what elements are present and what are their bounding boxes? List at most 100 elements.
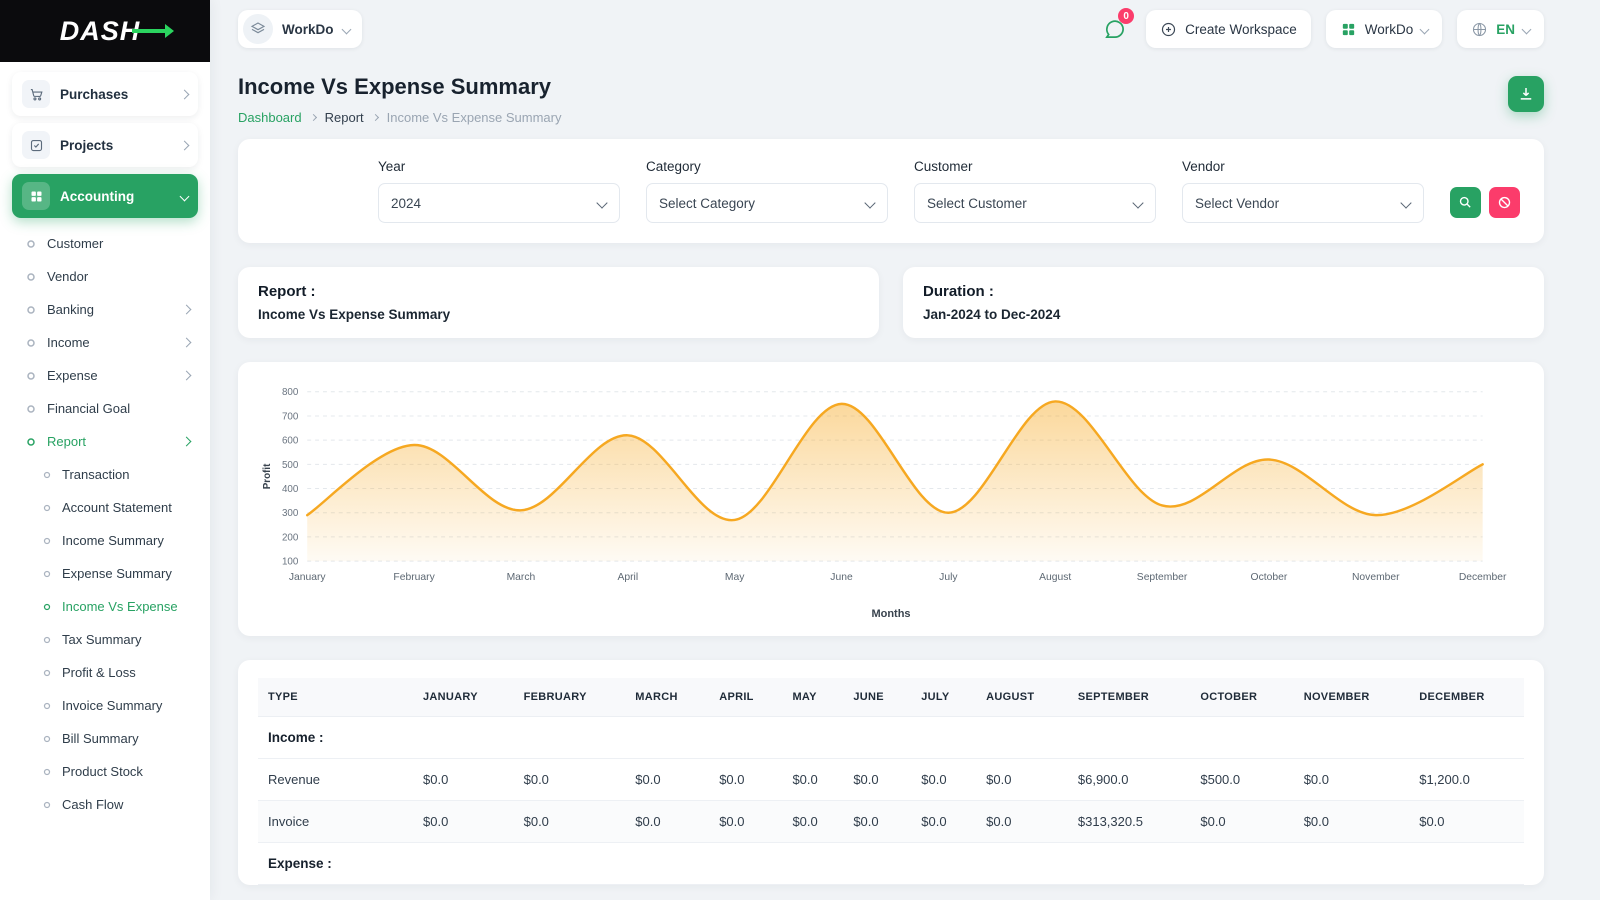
table-column-header: OCTOBER [1190,678,1293,717]
breadcrumb-report[interactable]: Report [325,110,364,125]
sidebar-item-label: Product Stock [62,764,190,779]
sidebar-item-cash-flow[interactable]: Cash Flow [12,788,198,821]
bullet-circle-icon [25,238,37,250]
bullet-circle-icon [42,668,52,678]
table-cell: $0.0 [843,801,911,843]
customer-select-value: Select Customer [927,196,1027,211]
svg-text:400: 400 [282,484,299,495]
bullet-circle-icon [42,635,52,645]
chevron-right-icon [182,338,192,348]
download-button[interactable] [1508,76,1544,112]
report-summary-card: Report : Income Vs Expense Summary [238,267,879,338]
bullet-circle-icon [25,271,37,283]
messages-button[interactable]: 0 [1097,12,1131,46]
bullet-circle-icon [42,470,52,480]
sidebar-item-transaction[interactable]: Transaction [12,458,198,491]
breadcrumb-dashboard[interactable]: Dashboard [238,110,302,125]
sidebar-item-label: Purchases [60,87,171,102]
category-label: Category [646,159,888,174]
check-square-icon [22,131,50,159]
create-workspace-label: Create Workspace [1185,22,1297,37]
search-icon [1458,195,1473,210]
svg-text:December: December [1459,572,1507,583]
sidebar-item-customer[interactable]: Customer [12,227,198,260]
table-section-row: Income : [258,717,1524,759]
sidebar-item-report[interactable]: Report [12,425,198,458]
sidebar: DASH Purchases Projects Accounting Customer… [0,0,210,900]
sidebar-item-invoice-summary[interactable]: Invoice Summary [12,689,198,722]
table-cell: $0.0 [625,801,709,843]
bullet-circle-icon [25,370,37,382]
table-cell: $0.0 [1190,801,1293,843]
bullet-circle-icon [42,734,52,744]
sidebar-item-income-summary[interactable]: Income Summary [12,524,198,557]
chevron-down-icon [180,191,190,201]
sidebar-item-label: Income Summary [62,533,190,548]
vendor-field: Vendor Select Vendor [1182,159,1424,223]
vendor-select[interactable]: Select Vendor [1182,183,1424,223]
page-header: Income Vs Expense Summary Dashboard Repo… [238,68,1544,125]
reset-filter-button[interactable] [1489,187,1520,218]
sidebar-item-bill-summary[interactable]: Bill Summary [12,722,198,755]
language-label: EN [1496,22,1515,37]
create-workspace-button[interactable]: Create Workspace [1146,10,1311,48]
language-selector[interactable]: EN [1457,10,1544,48]
workspace-menu-button[interactable]: WorkDo [1326,10,1443,48]
table-column-header: TYPE [258,678,413,717]
chevron-right-icon [180,140,190,150]
bullet-circle-icon [42,800,52,810]
sidebar-item-tax-summary[interactable]: Tax Summary [12,623,198,656]
messages-badge: 0 [1118,8,1134,24]
table-cell: $500.0 [1190,759,1293,801]
year-select[interactable]: 2024 [378,183,620,223]
bullet-circle-icon [25,304,37,316]
table-column-header: AUGUST [976,678,1068,717]
table-column-header: NOVEMBER [1294,678,1410,717]
page-content: Income Vs Expense Summary Dashboard Repo… [210,58,1600,885]
filter-actions [1450,187,1520,218]
table-cell: $0.0 [782,759,843,801]
chevron-right-icon [182,437,192,447]
sidebar-item-expense[interactable]: Expense [12,359,198,392]
category-select[interactable]: Select Category [646,183,888,223]
sidebar-item-label: Financial Goal [47,401,190,416]
workspace-name: WorkDo [282,22,334,37]
sidebar-item-product-stock[interactable]: Product Stock [12,755,198,788]
sidebar-item-label: Projects [60,138,171,153]
workspace-switcher[interactable]: WorkDo [238,10,362,48]
download-icon [1517,85,1535,103]
table-cell-type: Invoice [258,801,413,843]
apply-filter-button[interactable] [1450,187,1481,218]
sidebar-item-vendor[interactable]: Vendor [12,260,198,293]
bullet-circle-icon [25,337,37,349]
sidebar-item-projects[interactable]: Projects [12,123,198,167]
chevron-down-icon [1522,24,1532,34]
sidebar-item-account-statement[interactable]: Account Statement [12,491,198,524]
grid-icon [1340,21,1357,38]
bullet-circle-icon [42,503,52,513]
report-submenu: TransactionAccount Statement Income Summa… [12,458,198,821]
sidebar-item-accounting[interactable]: Accounting [12,174,198,218]
bullet-circle-icon [42,569,52,579]
table-cell: $0.0 [413,801,514,843]
sidebar-item-income-vs-expense[interactable]: Income Vs Expense [12,590,198,623]
chevron-right-icon [372,114,379,121]
sidebar-item-banking[interactable]: Banking [12,293,198,326]
svg-text:Profit: Profit [262,463,273,489]
bullet-circle-icon [25,403,37,415]
svg-text:July: July [939,572,958,583]
grid-icon [22,182,50,210]
table-cell: $0.0 [843,759,911,801]
bullet-circle-icon [42,701,52,711]
brand-logo[interactable]: DASH [60,16,151,47]
profit-area-chart: 100200300400500600700800JanuaryFebruaryM… [256,378,1526,606]
table-column-header: JANUARY [413,678,514,717]
sidebar-item-income[interactable]: Income [12,326,198,359]
customer-select[interactable]: Select Customer [914,183,1156,223]
sidebar-item-label: Bill Summary [62,731,190,746]
report-value: Income Vs Expense Summary [258,307,859,322]
sidebar-item-financial-goal[interactable]: Financial Goal [12,392,198,425]
sidebar-item-expense-summary[interactable]: Expense Summary [12,557,198,590]
sidebar-item-purchases[interactable]: Purchases [12,72,198,116]
sidebar-item-profit-loss[interactable]: Profit & Loss [12,656,198,689]
